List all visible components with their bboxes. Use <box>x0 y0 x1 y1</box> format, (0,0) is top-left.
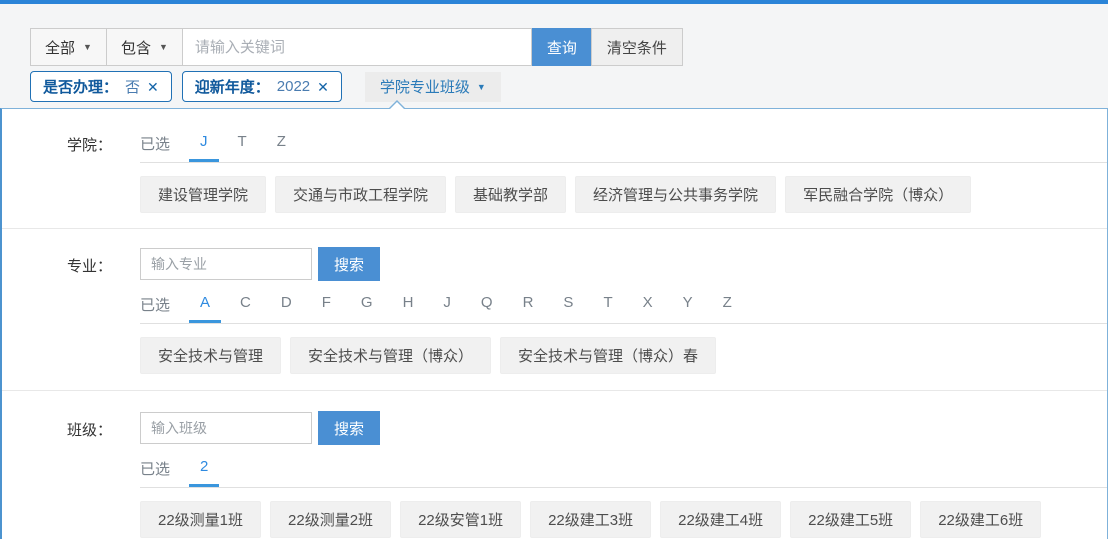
tab-J[interactable]: J <box>432 294 462 323</box>
class-section-label: 班级： <box>2 411 112 539</box>
close-icon[interactable]: ✕ <box>147 80 159 94</box>
tab-已选[interactable]: 已选 <box>140 133 181 162</box>
college-options: 建设管理学院交通与市政工程学院基础教学部经济管理与公共事务学院军民融合学院（博众… <box>140 176 1107 213</box>
college-section-label: 学院： <box>2 131 112 213</box>
major-search-button[interactable]: 搜索 <box>318 247 380 281</box>
major-options: 安全技术与管理安全技术与管理（博众）安全技术与管理（博众）春 <box>140 337 1107 374</box>
college-section: 学院： 已选 JTZ 建设管理学院交通与市政工程学院基础教学部经济管理与公共事务学… <box>2 109 1107 229</box>
option-chip[interactable]: 22级安管1班 <box>400 501 521 538</box>
tab-H[interactable]: H <box>392 294 425 323</box>
tab-Y[interactable]: Y <box>672 294 704 323</box>
tab-C[interactable]: C <box>229 294 262 323</box>
option-chip[interactable]: 22级测量1班 <box>140 501 261 538</box>
filter-tag-year[interactable]: 迎新年度： 2022 ✕ <box>182 71 342 102</box>
filter-tag-label: 是否办理： <box>43 76 118 97</box>
filter-tag-handled[interactable]: 是否办理： 否 ✕ <box>30 71 172 102</box>
cascade-filter-panel: 学院： 已选JTZ 建设管理学院交通与市政工程学院基础教学部经济管理与公共事务学… <box>0 108 1108 539</box>
tab-Z[interactable]: Z <box>266 133 297 162</box>
college-letter-tabs: 已选 JTZ <box>140 133 1107 163</box>
option-chip[interactable]: 军民融合学院（博众） <box>785 176 971 213</box>
class-section: 班级： 搜索 已选2 22级测量1班22级测量2班22级安管1班22级建工3班2… <box>2 391 1107 539</box>
tab-已选[interactable]: 已选 <box>140 458 181 487</box>
close-icon[interactable]: ✕ <box>317 80 329 94</box>
major-letter-tabs: 已选 ACDFGHJQRSTXYZ <box>140 294 1107 324</box>
option-chip[interactable]: 安全技术与管理 <box>140 337 281 374</box>
filter-tag-value: 否 <box>125 76 140 97</box>
tab-T[interactable]: T <box>592 294 623 323</box>
option-chip[interactable]: 22级测量2班 <box>270 501 391 538</box>
chevron-down-icon: ▼ <box>159 42 168 52</box>
query-button[interactable]: 查询 <box>532 28 592 66</box>
tab-X[interactable]: X <box>632 294 664 323</box>
scope-dropdown[interactable]: 全部 ▼ <box>30 28 107 66</box>
college-major-class-dropdown[interactable]: 学院专业班级 ▼ <box>365 72 501 102</box>
major-section: 专业： 搜索 已选ACDFGHJQRSTXYZ 安全技术与管理安全技术与管理（博… <box>2 229 1107 391</box>
major-section-label: 专业： <box>2 247 112 374</box>
option-chip[interactable]: 安全技术与管理（博众）春 <box>500 337 716 374</box>
tab-J[interactable]: J <box>189 133 219 162</box>
class-options: 22级测量1班22级测量2班22级安管1班22级建工3班22级建工4班22级建工… <box>140 501 1107 539</box>
search-row: 全部 ▼ 包含 ▼ 查询 清空条件 <box>30 28 1108 66</box>
option-chip[interactable]: 安全技术与管理（博众） <box>290 337 491 374</box>
tab-T[interactable]: T <box>227 133 258 162</box>
tab-2[interactable]: 2 <box>189 458 219 487</box>
chevron-down-icon: ▼ <box>477 82 486 92</box>
chevron-down-icon: ▼ <box>83 42 92 52</box>
filter-tags-row: 是否办理： 否 ✕ 迎新年度： 2022 ✕ 学院专业班级 ▼ <box>30 71 1108 102</box>
option-chip[interactable]: 经济管理与公共事务学院 <box>575 176 776 213</box>
class-search-input[interactable] <box>140 412 312 444</box>
scope-dropdown-label: 全部 <box>45 37 75 58</box>
tab-Z[interactable]: Z <box>712 294 743 323</box>
option-chip[interactable]: 22级建工4班 <box>660 501 781 538</box>
clear-conditions-button[interactable]: 清空条件 <box>591 28 683 66</box>
tab-G[interactable]: G <box>350 294 384 323</box>
panel-notch <box>388 100 406 109</box>
match-dropdown-label: 包含 <box>121 37 151 58</box>
filter-toolbar: 全部 ▼ 包含 ▼ 查询 清空条件 是否办理： 否 ✕ 迎新年度： 2022 ✕… <box>0 4 1108 108</box>
option-chip[interactable]: 基础教学部 <box>455 176 566 213</box>
keyword-input[interactable] <box>182 28 532 66</box>
filter-tag-value: 2022 <box>277 78 310 95</box>
tab-Q[interactable]: Q <box>470 294 504 323</box>
cascade-dropdown-label: 学院专业班级 <box>380 76 470 97</box>
option-chip[interactable]: 交通与市政工程学院 <box>275 176 446 213</box>
match-dropdown[interactable]: 包含 ▼ <box>106 28 183 66</box>
class-letter-tabs: 已选 2 <box>140 458 1107 488</box>
option-chip[interactable]: 22级建工3班 <box>530 501 651 538</box>
option-chip[interactable]: 22级建工6班 <box>920 501 1041 538</box>
tab-D[interactable]: D <box>270 294 303 323</box>
option-chip[interactable]: 22级建工5班 <box>790 501 911 538</box>
tab-R[interactable]: R <box>512 294 545 323</box>
option-chip[interactable]: 建设管理学院 <box>140 176 266 213</box>
major-search-input[interactable] <box>140 248 312 280</box>
tab-S[interactable]: S <box>552 294 584 323</box>
filter-tag-label: 迎新年度： <box>195 76 270 97</box>
tab-已选[interactable]: 已选 <box>140 294 181 323</box>
tab-A[interactable]: A <box>189 294 221 323</box>
class-search-button[interactable]: 搜索 <box>318 411 380 445</box>
tab-F[interactable]: F <box>311 294 342 323</box>
